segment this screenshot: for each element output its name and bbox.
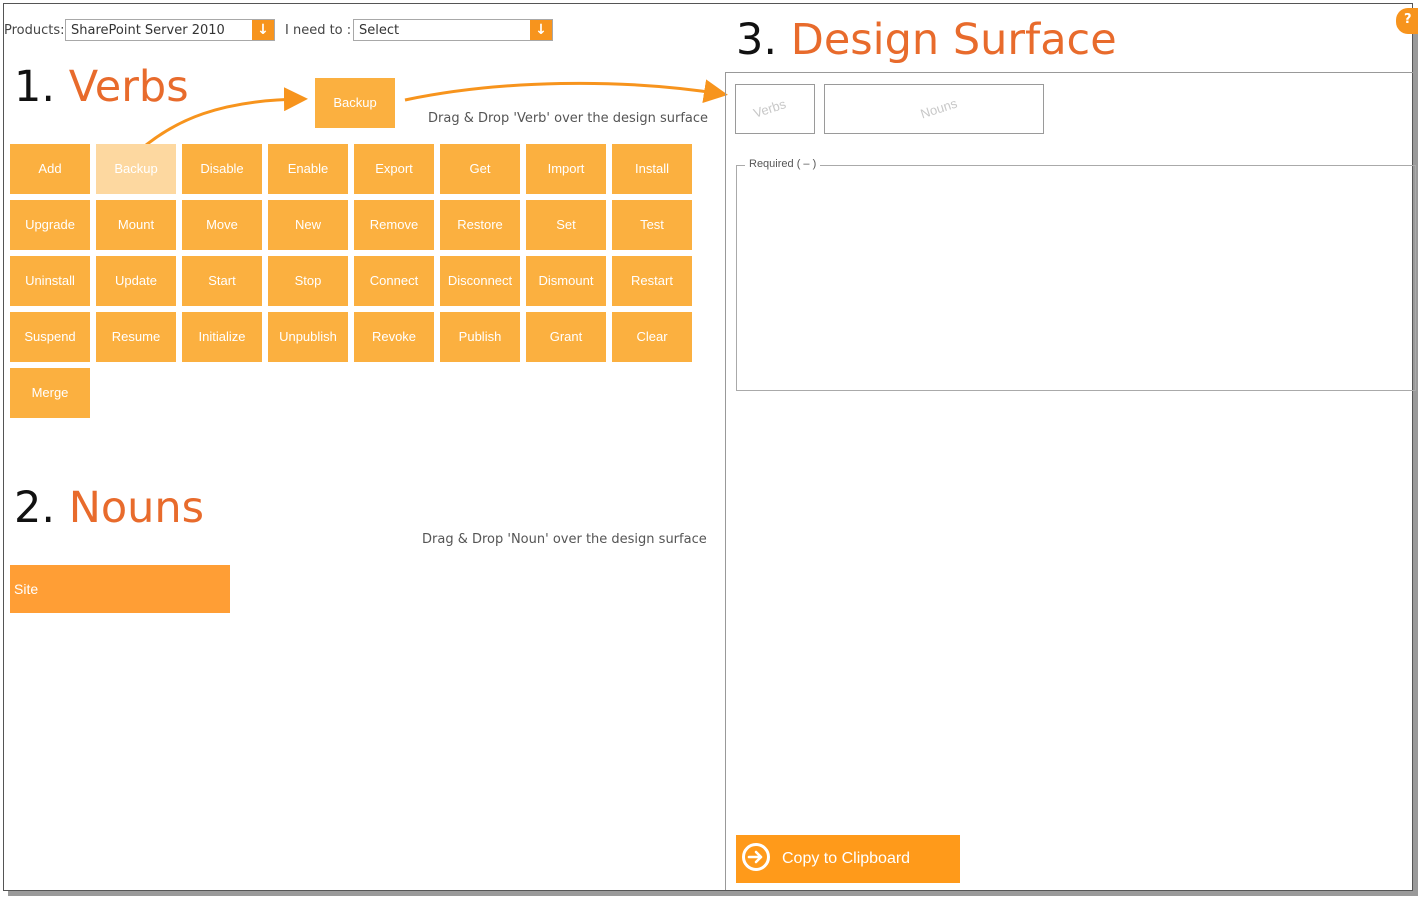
verb-drop-slot[interactable]: Verbs [735,84,815,134]
nouns-hint: Drag & Drop 'Noun' over the design surfa… [422,532,707,547]
verb-tile-clear[interactable]: Clear [612,312,692,362]
required-parameters-group: Required ( – ) [736,158,1416,391]
verb-tile-new[interactable]: New [268,200,348,250]
verb-tile-restore[interactable]: Restore [440,200,520,250]
help-icon[interactable]: ? [1396,8,1418,34]
verb-tile-remove[interactable]: Remove [354,200,434,250]
verb-tile-initialize[interactable]: Initialize [182,312,262,362]
verb-tile-uninstall[interactable]: Uninstall [10,256,90,306]
noun-slot-placeholder: Nouns [918,95,959,122]
window-shadow-right [1413,8,1418,894]
noun-drop-slot[interactable]: Nouns [824,84,1044,134]
verb-tile-test[interactable]: Test [612,200,692,250]
arrow-right-circle-icon [742,843,770,871]
verb-tile-disable[interactable]: Disable [182,144,262,194]
drag-arrow-left [139,87,308,152]
verb-slot-placeholder: Verbs [751,96,788,121]
verb-tile-import[interactable]: Import [526,144,606,194]
verb-tile-move[interactable]: Move [182,200,262,250]
verb-tile-suspend[interactable]: Suspend [10,312,90,362]
design-surface-border-left [725,72,726,890]
verb-tile-resume[interactable]: Resume [96,312,176,362]
verb-tile-add[interactable]: Add [10,144,90,194]
verb-tile-stop[interactable]: Stop [268,256,348,306]
verb-tile-disconnect[interactable]: Disconnect [440,256,520,306]
design-surface-border-top [725,72,1413,73]
design-heading-title: Design Surface [790,15,1117,65]
window-shadow-bottom [8,891,1418,896]
verb-tile-dismount[interactable]: Dismount [526,256,606,306]
verb-tile-connect[interactable]: Connect [354,256,434,306]
copy-to-clipboard-button[interactable]: Copy to Clipboard [736,835,960,883]
verb-tile-mount[interactable]: Mount [96,200,176,250]
verb-tile-upgrade[interactable]: Upgrade [10,200,90,250]
verb-tile-get[interactable]: Get [440,144,520,194]
design-surface-heading: 3. Design Surface [736,19,1117,62]
verb-tile-publish[interactable]: Publish [440,312,520,362]
verb-tile-restart[interactable]: Restart [612,256,692,306]
verb-tile-unpublish[interactable]: Unpublish [268,312,348,362]
nouns-heading-number: 2. [14,483,56,533]
verb-tile-start[interactable]: Start [182,256,262,306]
verb-tile-merge[interactable]: Merge [10,368,90,418]
design-heading-number: 3. [736,15,778,65]
drag-arrow-right [404,79,728,104]
verb-tile-grant[interactable]: Grant [526,312,606,362]
noun-tile-site[interactable]: Site [10,565,230,613]
verb-tile-update[interactable]: Update [96,256,176,306]
verb-tile-set[interactable]: Set [526,200,606,250]
nouns-heading-title: Nouns [68,483,205,533]
verb-tile-install[interactable]: Install [612,144,692,194]
verb-tile-revoke[interactable]: Revoke [354,312,434,362]
verb-tile-enable[interactable]: Enable [268,144,348,194]
nouns-heading: 2. Nouns [14,487,204,530]
verb-tile-export[interactable]: Export [354,144,434,194]
verb-tile-backup[interactable]: Backup [96,144,176,194]
copy-to-clipboard-label: Copy to Clipboard [782,850,911,867]
required-label: Required ( – ) [745,158,821,170]
